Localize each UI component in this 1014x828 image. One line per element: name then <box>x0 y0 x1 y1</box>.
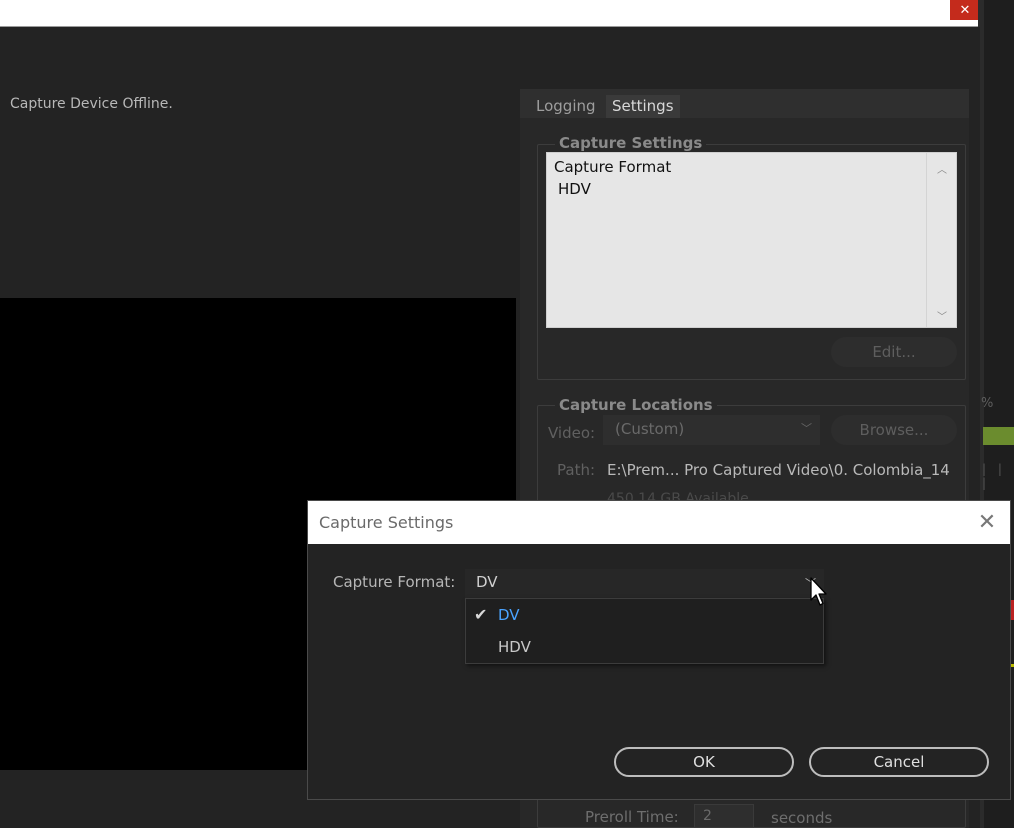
dialog-close-button[interactable]: ✕ <box>972 509 1002 537</box>
video-location-value: (Custom) <box>615 420 685 438</box>
capture-settings-info-box[interactable]: Capture Format HDV ︿ ﹀ <box>546 152 957 328</box>
capture-locations-heading: Capture Locations <box>555 396 717 414</box>
background-ticks: | | | <box>982 462 1006 490</box>
background-percent-text: % <box>981 396 994 411</box>
info-capture-format-label: Capture Format <box>554 158 672 176</box>
path-value: E:\Prem... Pro Captured Video\0. Colombi… <box>607 461 950 479</box>
scroll-up-icon[interactable]: ︿ <box>935 161 949 176</box>
capture-format-dropdown: ✔ DV HDV <box>465 598 824 664</box>
edit-button[interactable]: Edit... <box>831 337 957 367</box>
cancel-button[interactable]: Cancel <box>809 747 989 777</box>
preroll-time-input[interactable]: 2 <box>694 804 754 828</box>
ok-button[interactable]: OK <box>614 747 794 777</box>
window-title-bar <box>0 0 980 27</box>
capture-format-value: DV <box>476 573 498 591</box>
info-capture-format-value: HDV <box>558 180 591 198</box>
video-location-label: Video: <box>548 424 596 442</box>
background-meter-green <box>983 427 1014 445</box>
tab-logging[interactable]: Logging <box>530 95 602 118</box>
capture-settings-heading: Capture Settings <box>555 134 707 152</box>
checkmark-icon: ✔ <box>474 605 488 624</box>
dropdown-option-hdv[interactable]: HDV <box>466 631 823 663</box>
capture-format-label: Capture Format: <box>333 573 456 591</box>
dialog-title-bar: Capture Settings ✕ <box>308 501 1010 544</box>
info-scrollbar[interactable]: ︿ ﹀ <box>926 153 956 327</box>
video-location-select[interactable]: (Custom) ﹀ <box>603 415 820 445</box>
option-label: DV <box>498 606 520 624</box>
panel-tab-bar: Logging Settings <box>520 89 969 118</box>
preroll-time-label: Preroll Time: <box>585 808 679 826</box>
chevron-down-icon: ﹀ <box>801 422 812 435</box>
browse-button[interactable]: Browse... <box>831 415 957 445</box>
device-status-text: Capture Device Offline. <box>10 96 173 112</box>
capture-format-select[interactable]: DV ﹀ <box>465 569 824 598</box>
dialog-title: Capture Settings <box>319 513 454 532</box>
mouse-cursor-icon <box>810 577 827 606</box>
window-close-button[interactable]: ✕ <box>950 0 980 20</box>
scroll-down-icon[interactable]: ﹀ <box>935 308 949 323</box>
preroll-unit-label: seconds <box>771 809 833 827</box>
dropdown-option-dv[interactable]: ✔ DV <box>466 599 823 631</box>
close-icon: ✕ <box>959 2 971 18</box>
option-label: HDV <box>498 638 531 656</box>
path-label: Path: <box>557 461 596 479</box>
capture-settings-dialog: Capture Settings ✕ Capture Format: DV ﹀ … <box>307 500 1011 800</box>
tab-settings[interactable]: Settings <box>606 95 680 118</box>
close-icon: ✕ <box>977 510 997 535</box>
